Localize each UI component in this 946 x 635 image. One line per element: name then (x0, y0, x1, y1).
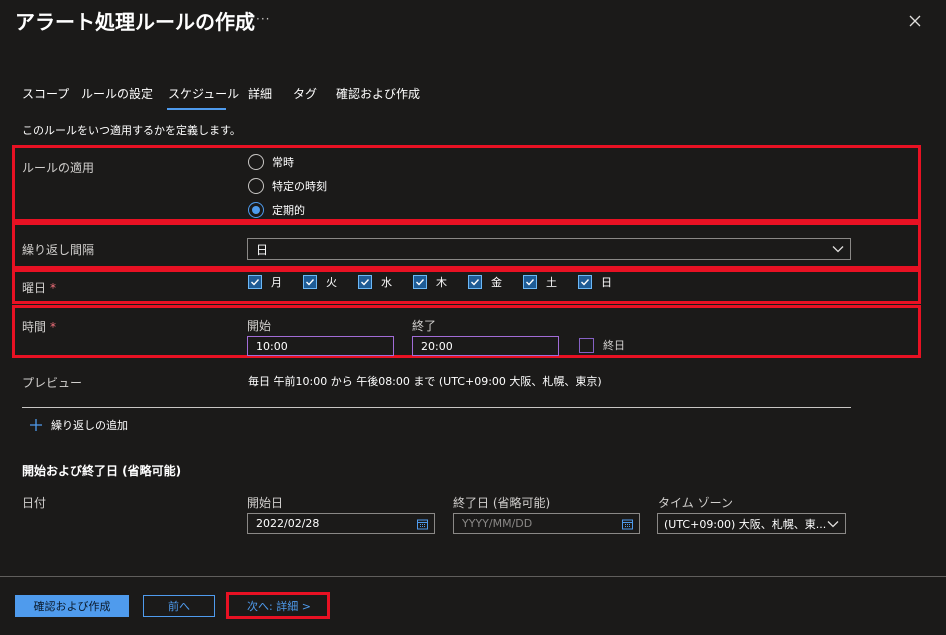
previous-button[interactable]: 前へ (143, 595, 215, 617)
checkbox-checked-icon[interactable] (358, 275, 372, 289)
calendar-icon[interactable] (417, 518, 428, 529)
end-date-placeholder: YYYY/MM/DD (462, 517, 533, 530)
weekday-checkboxes: 月 火 水 木 金 土 日 (248, 274, 633, 290)
radio-recurring[interactable]: 定期的 (248, 201, 327, 219)
end-time-label: 終了 (412, 319, 437, 333)
checkbox-checked-icon[interactable] (523, 275, 537, 289)
dates-row-label: 日付 (22, 496, 47, 510)
footer-divider (0, 576, 946, 577)
start-date-value: 2022/02/28 (256, 517, 320, 530)
calendar-icon[interactable] (622, 518, 633, 529)
day-label: 日 (601, 276, 612, 289)
day-wed[interactable]: 水 (358, 274, 413, 290)
plus-icon (30, 419, 42, 431)
radio-label: 常時 (272, 156, 294, 169)
start-date-input[interactable]: 2022/02/28 (247, 513, 435, 534)
more-options-icon[interactable]: ··· (256, 12, 270, 26)
apply-rule-label: ルールの適用 (22, 161, 95, 175)
day-label: 月 (271, 276, 282, 289)
checkbox-checked-icon[interactable] (578, 275, 592, 289)
day-thu[interactable]: 木 (413, 274, 468, 290)
day-label: 金 (491, 276, 502, 289)
checkbox-checked-icon[interactable] (468, 275, 482, 289)
preview-text: 毎日 午前10:00 から 午後08:00 まで (UTC+09:00 大阪、札… (248, 375, 602, 388)
time-label-text: 時間 (22, 320, 47, 334)
recurrence-select[interactable]: 日 (247, 238, 851, 260)
day-mon[interactable]: 月 (248, 274, 303, 290)
start-time-label: 開始 (247, 319, 272, 333)
review-create-button[interactable]: 確認および作成 (15, 595, 129, 617)
dates-heading: 開始および終了日 (省略可能) (22, 464, 182, 478)
preview-label: プレビュー (22, 376, 83, 390)
radio-circle-selected[interactable] (248, 202, 264, 218)
timezone-label: タイム ゾーン (658, 496, 733, 510)
tab-rule-settings[interactable]: ルールの設定 (81, 85, 153, 102)
checkbox-checked-icon[interactable] (303, 275, 317, 289)
add-recurrence-label: 繰り返しの追加 (51, 419, 128, 432)
weekdays-label-text: 曜日 (22, 281, 47, 295)
add-recurrence-button[interactable]: 繰り返しの追加 (29, 417, 128, 433)
end-date-label: 終了日 (省略可能) (453, 496, 551, 510)
tab-details[interactable]: 詳細 (248, 85, 272, 102)
highlight-apply-rule (12, 145, 921, 222)
page-title: アラート処理ルールの作成 (15, 10, 255, 34)
tab-tags[interactable]: タグ (293, 85, 317, 102)
all-day-checkbox[interactable]: 終日 (579, 337, 625, 353)
active-tab-indicator (167, 108, 226, 110)
day-fri[interactable]: 金 (468, 274, 523, 290)
start-date-label: 開始日 (247, 496, 284, 510)
divider (22, 407, 851, 408)
start-time-input[interactable]: 10:00 (247, 336, 394, 356)
timezone-select[interactable]: (UTC+09:00) 大阪、札幌、東... (657, 513, 846, 534)
day-label: 木 (436, 276, 447, 289)
recurrence-value: 日 (256, 242, 269, 257)
day-label: 土 (546, 276, 557, 289)
day-label: 水 (381, 276, 392, 289)
recurrence-label: 繰り返し間隔 (22, 243, 95, 257)
radio-circle[interactable] (248, 178, 264, 194)
all-day-label: 終日 (603, 339, 625, 352)
chevron-down-icon (832, 246, 844, 253)
radio-circle[interactable] (248, 154, 264, 170)
radio-specific-time[interactable]: 特定の時刻 (248, 177, 327, 195)
close-icon[interactable] (906, 12, 924, 30)
end-time-input[interactable]: 20:00 (412, 336, 559, 356)
timezone-value: (UTC+09:00) 大阪、札幌、東... (664, 517, 827, 531)
weekdays-label: 曜日 * (22, 279, 56, 296)
radio-label: 特定の時刻 (272, 180, 327, 193)
tab-review-create[interactable]: 確認および作成 (336, 85, 420, 102)
checkbox-checked-icon[interactable] (413, 275, 427, 289)
radio-always[interactable]: 常時 (248, 153, 327, 171)
day-label: 火 (326, 276, 337, 289)
radio-label: 定期的 (272, 204, 305, 217)
day-sun[interactable]: 日 (578, 274, 633, 290)
tab-schedule[interactable]: スケジュール (168, 85, 239, 102)
tab-scope[interactable]: スコープ (22, 85, 69, 102)
checkbox-unchecked-icon[interactable] (579, 337, 594, 353)
checkbox-checked-icon[interactable] (248, 275, 262, 289)
end-date-input[interactable]: YYYY/MM/DD (453, 513, 640, 534)
day-sat[interactable]: 土 (523, 274, 578, 290)
apply-rule-radio-group: 常時 特定の時刻 定期的 (248, 153, 327, 219)
chevron-down-icon (827, 520, 839, 527)
day-tue[interactable]: 火 (303, 274, 358, 290)
required-marker: * (50, 281, 57, 295)
schedule-description: このルールをいつ適用するかを定義します。 (22, 124, 241, 137)
next-details-button[interactable]: 次へ: 詳細 > (229, 595, 329, 617)
time-label: 時間 * (22, 318, 56, 335)
required-marker: * (50, 320, 57, 334)
